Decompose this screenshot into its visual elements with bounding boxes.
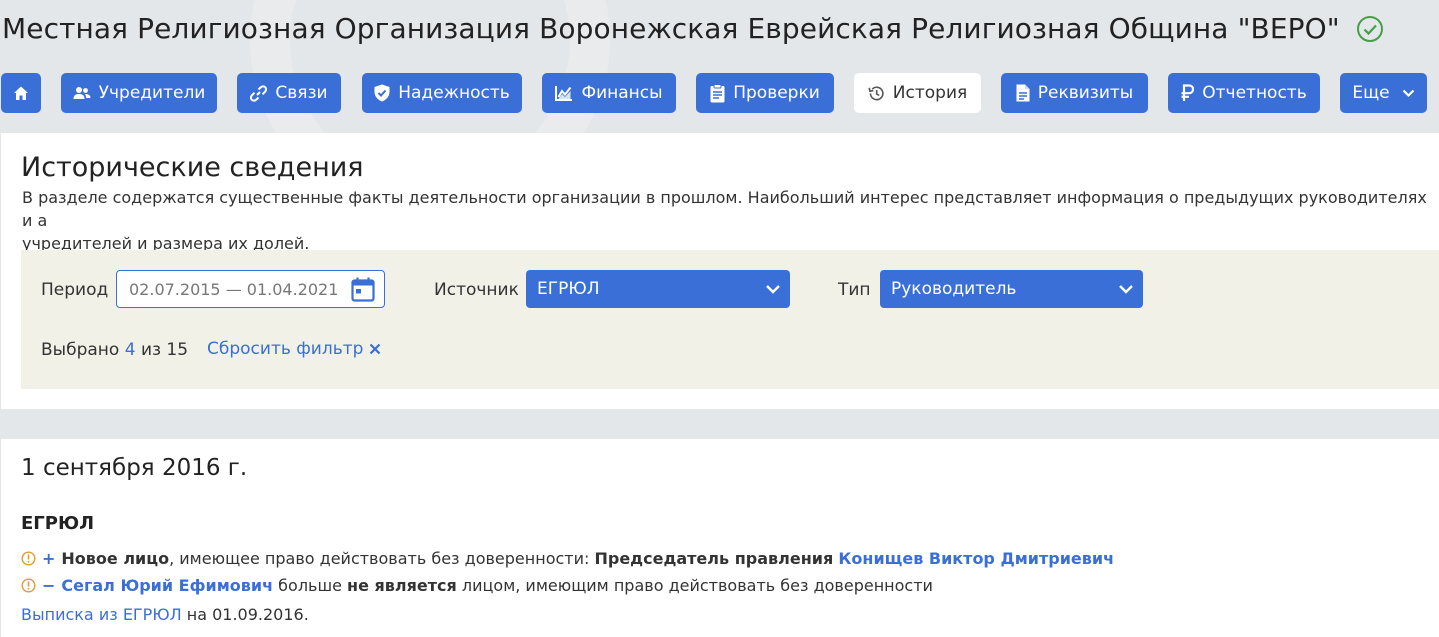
history-icon <box>868 86 884 100</box>
filter-panel: Период 02.07.2015 — 01.04.2021 Источник … <box>21 250 1439 389</box>
nav-inspections-label: Проверки <box>733 83 820 103</box>
nav-requisites-button[interactable]: Реквизиты <box>1001 73 1148 113</box>
nav-reliability-button[interactable]: Надежность <box>362 73 522 113</box>
person-link[interactable]: Конищев Виктор Дмитриевич <box>838 549 1114 568</box>
event-new-person-label: Новое лицо <box>61 549 170 568</box>
plus-icon: + <box>42 549 56 568</box>
event-item: − Сегал Юрий Ефимович больше не является… <box>21 576 933 595</box>
home-icon <box>14 86 28 100</box>
chart-icon <box>555 86 573 101</box>
nav-inspections-button[interactable]: Проверки <box>696 73 834 113</box>
selected-prefix: Выбрано <box>41 340 120 360</box>
type-select[interactable]: Руководитель <box>880 270 1143 308</box>
egrul-extract-link[interactable]: Выписка из ЕГРЮЛ <box>21 605 182 624</box>
selected-count: 4 <box>124 340 136 360</box>
event-source: ЕГРЮЛ <box>21 513 95 534</box>
source-select-value: ЕГРЮЛ <box>537 279 600 299</box>
nav-links-label: Связи <box>275 83 328 103</box>
period-date-range-input[interactable]: 02.07.2015 — 01.04.2021 <box>116 270 385 308</box>
clipboard-icon <box>710 83 725 102</box>
chevron-down-icon <box>1402 89 1414 97</box>
shield-check-icon <box>374 84 390 102</box>
nav-history-label: История <box>892 83 968 103</box>
event-role: Председатель правления <box>594 549 834 568</box>
type-label: Тип <box>838 280 871 300</box>
ruble-icon <box>1181 84 1195 101</box>
source-label: Источник <box>434 280 519 300</box>
close-icon <box>370 343 381 355</box>
nav-history-button[interactable]: История <box>854 73 981 113</box>
event-text: лицом, имеющим право действовать без дов… <box>456 576 933 595</box>
chevron-down-icon <box>1119 285 1133 294</box>
nav-founders-button[interactable]: Учредители <box>61 73 217 113</box>
history-card: Исторические сведения В разделе содержат… <box>1 133 1439 409</box>
reset-filter-link[interactable]: Сбросить фильтр <box>207 339 381 359</box>
nav-more-button[interactable]: Еще <box>1340 73 1427 113</box>
nav-more-label: Еще <box>1352 83 1390 103</box>
nav-finance-label: Финансы <box>581 83 663 103</box>
nav-finance-button[interactable]: Финансы <box>542 73 676 113</box>
warning-icon <box>21 578 36 593</box>
nav-links-button[interactable]: Связи <box>237 73 341 113</box>
warning-icon <box>21 551 36 566</box>
selected-total: из 15 <box>140 340 189 360</box>
event-card: 1 сентября 2016 г. ЕГРЮЛ + Новое лицо , … <box>1 439 1439 637</box>
event-text: , имеющее право действовать без доверенн… <box>169 549 595 568</box>
period-label: Период <box>41 280 109 300</box>
nav-reliability-label: Надежность <box>398 83 510 103</box>
document-icon <box>1016 84 1030 102</box>
extract-date: на 01.09.2016. <box>181 605 309 624</box>
nav-reporting-button[interactable]: Отчетность <box>1168 73 1320 113</box>
extract-row: Выписка из ЕГРЮЛ на 01.09.2016. <box>21 605 309 624</box>
event-item: + Новое лицо , имеющее право действовать… <box>21 549 1114 568</box>
selected-count-text: Выбрано 4 из 15 <box>41 340 188 360</box>
home-button[interactable] <box>1 73 41 113</box>
nav-requisites-label: Реквизиты <box>1037 83 1134 103</box>
nav-reporting-label: Отчетность <box>1202 83 1307 103</box>
chevron-down-icon <box>766 285 780 294</box>
people-icon <box>73 87 91 99</box>
title-row: Местная Религиозная Организация Воронежс… <box>2 12 1384 45</box>
calendar-icon[interactable] <box>351 277 375 302</box>
person-link[interactable]: Сегал Юрий Ефимович <box>61 576 273 595</box>
event-date: 1 сентября 2016 г. <box>21 455 248 481</box>
nav-founders-label: Учредители <box>98 83 206 103</box>
section-title: Исторические сведения <box>21 152 364 183</box>
section-description: В разделе содержатся существенные факты … <box>22 188 1427 253</box>
link-icon <box>250 84 268 102</box>
source-select[interactable]: ЕГРЮЛ <box>526 270 790 308</box>
event-text: больше <box>273 576 348 595</box>
header: Местная Религиозная Организация Воронежс… <box>0 0 1439 133</box>
type-select-value: Руководитель <box>891 279 1017 299</box>
organization-title: Местная Религиозная Организация Воронежс… <box>2 12 1340 45</box>
period-value: 02.07.2015 — 01.04.2021 <box>129 280 339 299</box>
reset-filter-label: Сбросить фильтр <box>207 339 364 359</box>
minus-icon: − <box>42 576 56 595</box>
event-bold-text: не является <box>347 576 457 595</box>
check-circle-icon <box>1356 15 1384 43</box>
